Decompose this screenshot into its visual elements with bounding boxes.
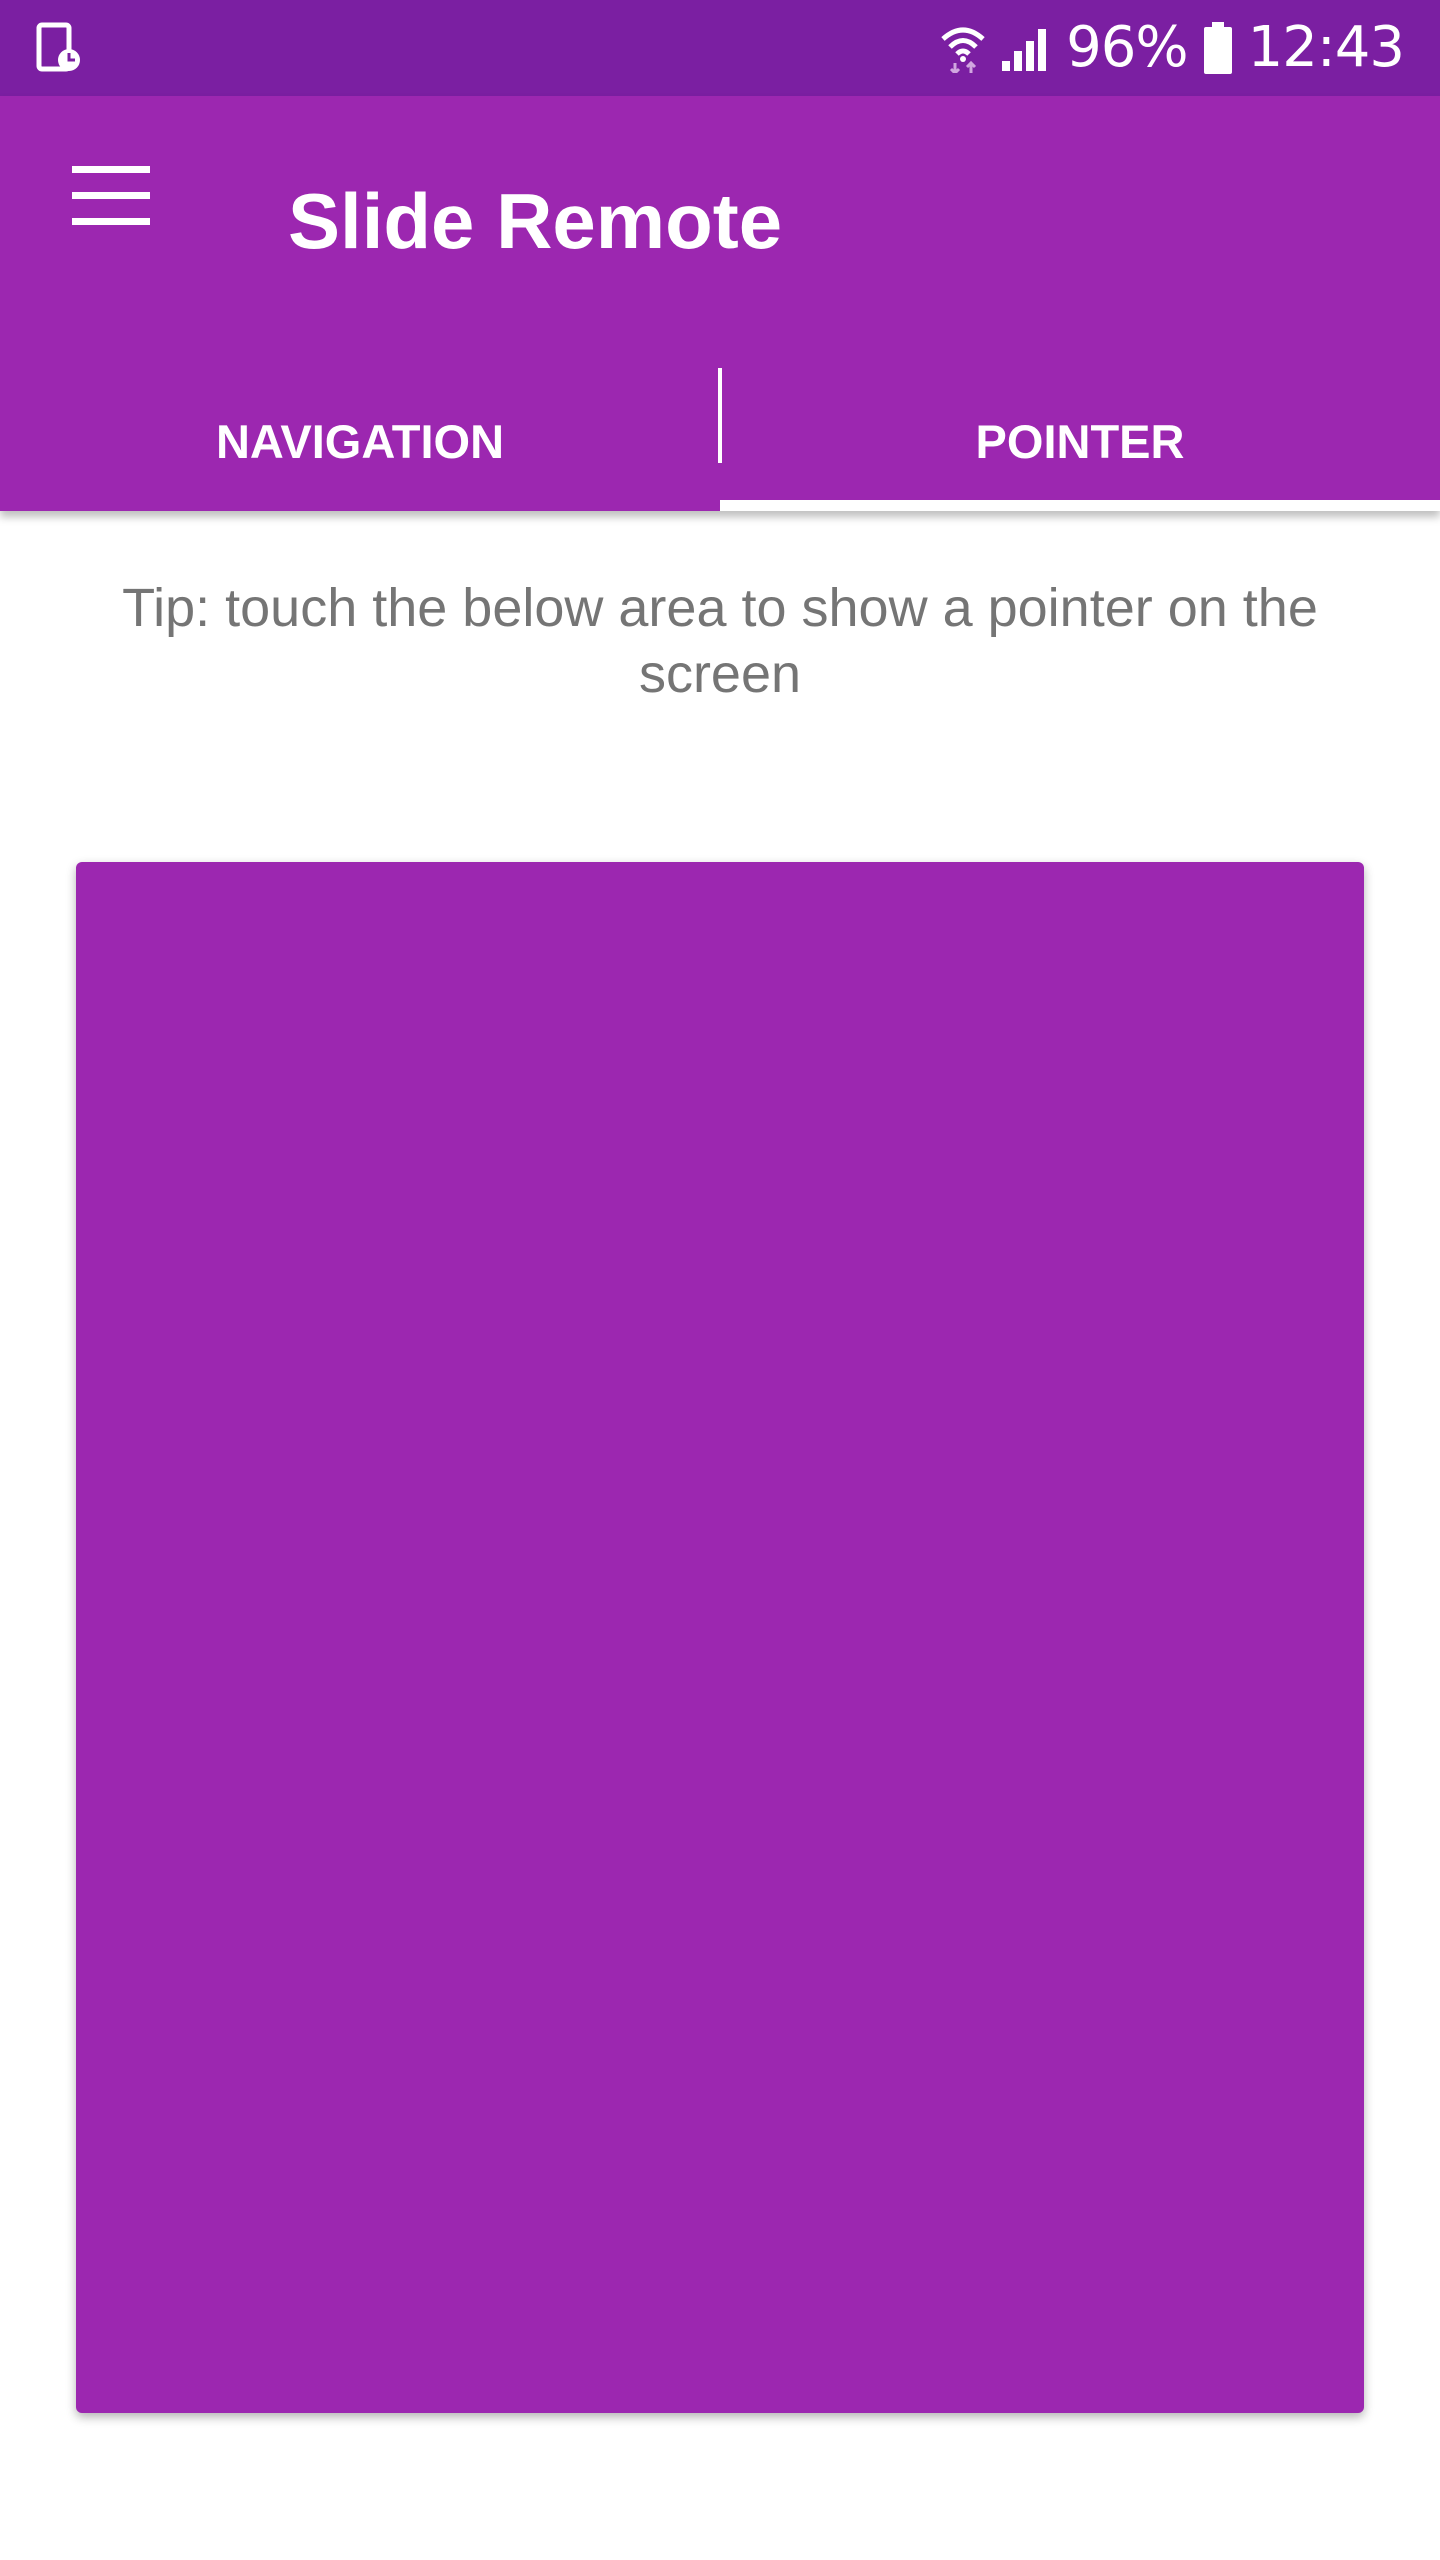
selected-tab-indicator (720, 500, 1440, 511)
tab-divider (718, 368, 722, 463)
battery-icon (1203, 22, 1232, 74)
wifi-icon (941, 27, 985, 73)
hamburger-menu-icon[interactable] (72, 166, 150, 226)
tab-navigation[interactable]: NAVIGATION (0, 368, 720, 511)
app-bar: Slide Remote NAVIGATION POINTER (0, 96, 1440, 511)
battery-percentage: 96% (1066, 15, 1188, 80)
status-right-group: 96% 12:43 (940, 0, 1405, 96)
signal-icon (1002, 29, 1047, 71)
pointer-tip-text: Tip: touch the below area to show a poin… (122, 578, 1318, 704)
status-bar: 96% 12:43 (0, 0, 1440, 96)
tab-pointer[interactable]: POINTER (720, 368, 1440, 511)
clock: 12:43 (1247, 15, 1405, 80)
pointer-touch-area[interactable] (76, 862, 1364, 2413)
screen-timer-icon (36, 22, 80, 72)
app-title: Slide Remote (288, 177, 783, 265)
